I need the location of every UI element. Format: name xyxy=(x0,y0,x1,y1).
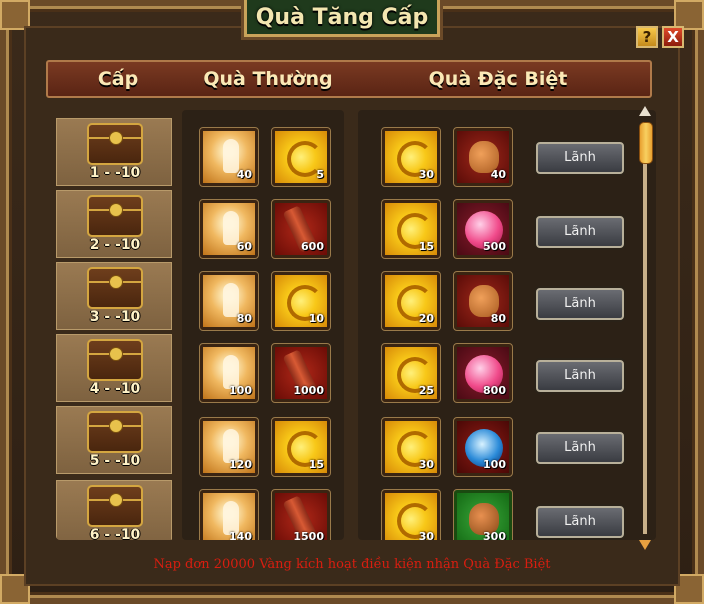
chest-icon xyxy=(87,411,143,453)
item-qty: 800 xyxy=(483,384,506,397)
spirit-icon[interactable]: 60 xyxy=(199,199,259,259)
green-bag-icon[interactable]: 300 xyxy=(453,489,513,540)
dialog-title: Quà Tăng Cấp xyxy=(255,4,429,30)
item-qty: 1500 xyxy=(293,530,324,540)
scroll-thumb[interactable] xyxy=(639,122,653,164)
pink-pearl-icon[interactable]: 800 xyxy=(453,343,513,403)
header-level: Cấp xyxy=(97,68,139,90)
item-qty: 15 xyxy=(418,240,434,253)
item-qty: 80 xyxy=(490,312,506,325)
claim-button[interactable]: Lãnh xyxy=(536,216,624,248)
item-qty: 100 xyxy=(229,384,252,397)
level-label: 6 - -10 xyxy=(89,527,141,540)
item-qty: 60 xyxy=(236,240,252,253)
gold-swirl-icon[interactable]: 30 xyxy=(381,417,441,477)
chest-icon xyxy=(87,123,143,165)
item-qty: 40 xyxy=(236,168,252,181)
gold-swirl-icon[interactable]: 25 xyxy=(381,343,441,403)
level-column: 1 - -10 2 - -10 3 - -10 4 - -10 5 - -10 … xyxy=(56,110,174,540)
help-button[interactable]: ? xyxy=(636,26,658,48)
claim-button[interactable]: Lãnh xyxy=(536,506,624,538)
scroll-icon[interactable]: 600 xyxy=(271,199,331,259)
item-qty: 300 xyxy=(483,530,506,540)
spirit-icon[interactable]: 100 xyxy=(199,343,259,403)
level-tile: 6 - -10 xyxy=(56,480,172,540)
title-plate: Quà Tăng Cấp xyxy=(244,0,440,37)
vertical-scrollbar[interactable] xyxy=(638,106,653,550)
item-qty: 40 xyxy=(490,168,506,181)
level-label: 3 - -10 xyxy=(89,309,141,325)
chest-icon xyxy=(87,195,143,237)
item-qty: 1000 xyxy=(293,384,324,397)
scroll-down-arrow-icon[interactable] xyxy=(639,540,651,550)
level-tile: 1 - -10 xyxy=(56,118,172,186)
item-qty: 20 xyxy=(418,312,434,325)
gold-swirl-icon[interactable]: 5 xyxy=(271,127,331,187)
close-button[interactable]: X xyxy=(662,26,684,48)
item-qty: 600 xyxy=(301,240,324,253)
spirit-icon[interactable]: 120 xyxy=(199,417,259,477)
treasure-bag-icon[interactable]: 40 xyxy=(453,127,513,187)
chest-icon xyxy=(87,485,143,527)
treasure-bag-icon[interactable]: 80 xyxy=(453,271,513,331)
scroll-track[interactable] xyxy=(643,122,647,534)
column-header-bar: Cấp Quà Thường Quà Đặc Biệt xyxy=(46,60,652,98)
item-qty: 15 xyxy=(308,458,324,471)
item-qty: 140 xyxy=(229,530,252,540)
item-qty: 5 xyxy=(316,168,324,181)
claim-button[interactable]: Lãnh xyxy=(536,288,624,320)
level-label: 5 - -10 xyxy=(89,453,141,469)
scroll-icon[interactable]: 1000 xyxy=(271,343,331,403)
level-label: 2 - -10 xyxy=(89,237,141,253)
item-qty: 30 xyxy=(418,168,434,181)
claim-button[interactable]: Lãnh xyxy=(536,360,624,392)
header-normal-gift: Quà Thường xyxy=(203,68,333,90)
spirit-icon[interactable]: 80 xyxy=(199,271,259,331)
gold-swirl-icon[interactable]: 10 xyxy=(271,271,331,331)
item-qty: 120 xyxy=(229,458,252,471)
level-label: 4 - -10 xyxy=(89,381,141,397)
gold-swirl-icon[interactable]: 15 xyxy=(271,417,331,477)
level-tile: 2 - -10 xyxy=(56,190,172,258)
claim-button[interactable]: Lãnh xyxy=(536,142,624,174)
level-label: 1 - -10 xyxy=(89,165,141,181)
claim-button[interactable]: Lãnh xyxy=(536,432,624,464)
chest-icon xyxy=(87,339,143,381)
pink-pearl-icon[interactable]: 500 xyxy=(453,199,513,259)
special-gift-column: 30 40 Lãnh 15 500 Lãnh 20 80 Lãnh 25 800… xyxy=(358,110,656,540)
header-special-gift: Quà Đặc Biệt xyxy=(428,68,568,90)
footer-note: Nạp đơn 20000 Vàng kích hoạt điều kiện n… xyxy=(153,557,551,572)
item-qty: 25 xyxy=(418,384,434,397)
level-tile: 4 - -10 xyxy=(56,334,172,402)
item-qty: 500 xyxy=(483,240,506,253)
item-qty: 30 xyxy=(418,458,434,471)
spirit-icon[interactable]: 40 xyxy=(199,127,259,187)
gold-swirl-icon[interactable]: 20 xyxy=(381,271,441,331)
gold-swirl-icon[interactable]: 30 xyxy=(381,489,441,540)
item-qty: 10 xyxy=(308,312,324,325)
gold-swirl-icon[interactable]: 30 xyxy=(381,127,441,187)
spirit-icon[interactable]: 140 xyxy=(199,489,259,540)
scroll-icon[interactable]: 1500 xyxy=(271,489,331,540)
level-tile: 5 - -10 xyxy=(56,406,172,474)
blue-orb-icon[interactable]: 100 xyxy=(453,417,513,477)
scroll-up-arrow-icon[interactable] xyxy=(639,106,651,116)
item-qty: 30 xyxy=(418,530,434,540)
gold-swirl-icon[interactable]: 15 xyxy=(381,199,441,259)
chest-icon xyxy=(87,267,143,309)
item-qty: 80 xyxy=(236,312,252,325)
level-tile: 3 - -10 xyxy=(56,262,172,330)
item-qty: 100 xyxy=(483,458,506,471)
normal-gift-column: 40 5 60 600 80 10 100 1000 120 15 140 15… xyxy=(182,110,344,540)
